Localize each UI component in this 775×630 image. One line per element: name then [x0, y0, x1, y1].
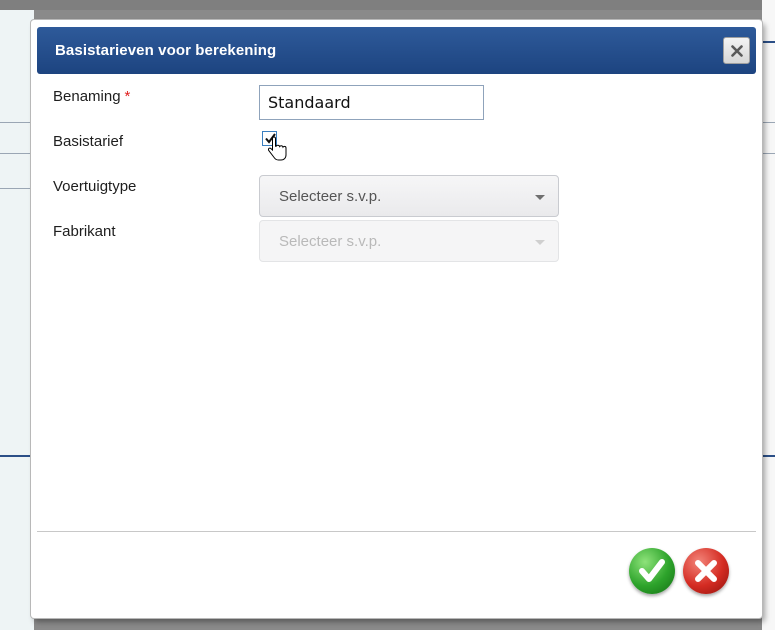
background-top-bar: [0, 0, 775, 10]
background-divider: [762, 41, 775, 43]
fabrikant-selected-value: Selecteer s.v.p.: [279, 233, 382, 250]
background-divider: [0, 122, 34, 123]
confirm-button[interactable]: [629, 548, 675, 594]
background-panel: [0, 0, 34, 630]
basistarief-label: Basistarief: [53, 133, 124, 150]
x-icon: [695, 560, 717, 582]
basistarieven-dialog: Basistarieven voor berekening Benaming * …: [31, 20, 762, 618]
chevron-down-icon: [535, 240, 545, 245]
fabrikant-label: Fabrikant: [53, 223, 116, 240]
background-divider: [762, 153, 775, 154]
voertuigtype-label: Voertuigtype: [53, 178, 137, 195]
close-button[interactable]: [723, 37, 750, 64]
benaming-label: Benaming *: [53, 88, 130, 105]
benaming-label-text: Benaming: [53, 88, 121, 105]
mouse-cursor-icon: [268, 136, 287, 161]
fabrikant-select: Selecteer s.v.p.: [259, 220, 559, 262]
dialog-titlebar: Basistarieven voor berekening: [37, 27, 756, 74]
voertuigtype-select[interactable]: Selecteer s.v.p.: [259, 175, 559, 217]
check-icon: [639, 559, 665, 582]
background-divider: [0, 455, 34, 457]
background-divider: [0, 153, 34, 154]
footer-divider: [37, 531, 756, 532]
close-icon: [731, 45, 743, 57]
cancel-button[interactable]: [683, 548, 729, 594]
voertuigtype-selected-value: Selecteer s.v.p.: [279, 188, 382, 205]
background-divider: [0, 188, 34, 189]
background-divider: [762, 122, 775, 123]
background-divider: [762, 455, 775, 457]
benaming-input[interactable]: [259, 85, 484, 120]
dialog-title: Basistarieven voor berekening: [55, 42, 277, 59]
chevron-down-icon: [535, 195, 545, 200]
background-right-edge: [762, 0, 775, 630]
required-marker: *: [124, 88, 131, 105]
